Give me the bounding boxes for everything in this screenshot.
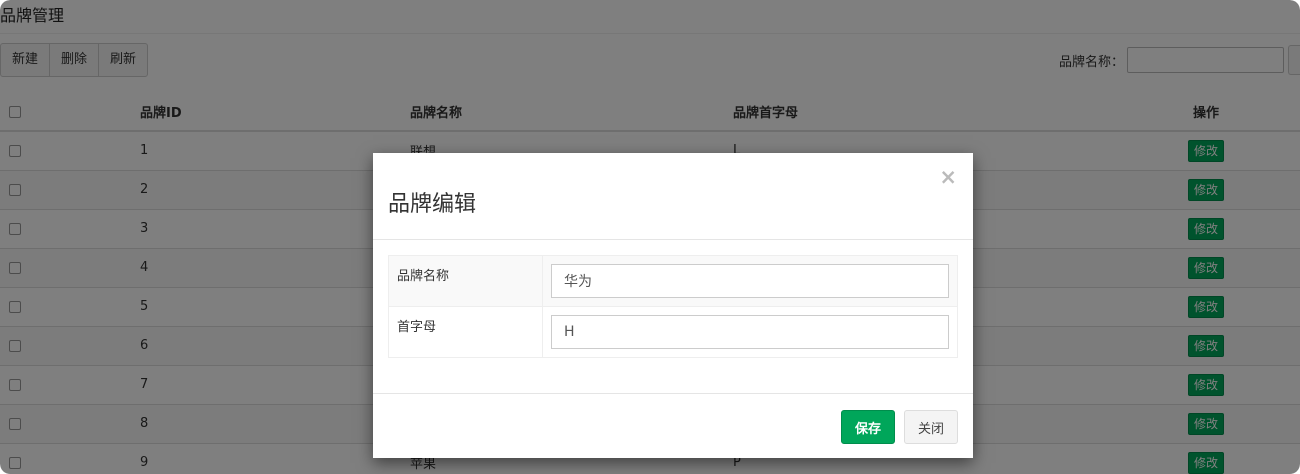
first-letter-label: 首字母 [388, 306, 543, 358]
close-icon[interactable]: × [939, 165, 957, 189]
modal-body: 品牌名称 首字母 [388, 255, 958, 358]
save-button[interactable]: 保存 [841, 410, 895, 444]
close-button[interactable]: 关闭 [904, 410, 958, 444]
modal-title: 品牌编辑 [388, 192, 477, 217]
modal-header: 品牌编辑 × [373, 153, 973, 240]
modal-footer: 保存 关闭 [373, 393, 973, 458]
first-letter-field[interactable] [551, 315, 949, 349]
app-frame: 品牌管理 新建 删除 刷新 品牌名称： 品牌ID 品牌名称 品牌首字母 操作 1… [0, 0, 1300, 474]
brand-edit-dialog: 品牌编辑 × 品牌名称 首字母 保存 关闭 [373, 153, 973, 458]
form-row-first-letter: 首字母 [388, 306, 958, 358]
form-row-brand-name: 品牌名称 [388, 255, 958, 307]
brand-name-label: 品牌名称 [388, 255, 543, 307]
edit-form: 品牌名称 首字母 [388, 255, 958, 358]
brand-name-field[interactable] [551, 264, 949, 298]
